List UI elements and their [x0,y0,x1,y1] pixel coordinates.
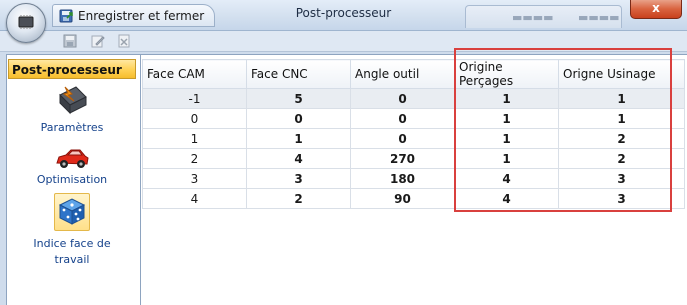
cell-face-cam[interactable]: -1 [142,88,247,109]
column-header-face-cam[interactable]: Face CAM [142,59,247,89]
nav-item-indice-label: Indice face de travail [33,237,111,266]
cell-face-cnc[interactable]: 1 [246,128,351,149]
cell-face-cam[interactable]: 2 [142,148,247,169]
cell-face-cam[interactable]: 4 [142,188,247,209]
save-and-close-button[interactable]: Enregistrer et fermer [52,4,216,27]
background-tab-text-right: ▬▬▬▬ [578,11,620,24]
nav-item-optimisation[interactable]: Optimisation [7,147,137,186]
cell-face-cnc[interactable]: 0 [246,108,351,129]
car-icon [56,149,89,168]
cell-face-cnc[interactable]: 5 [246,88,351,109]
background-window-tab[interactable]: ▬▬▬▬ ▬▬▬▬ [465,5,622,28]
close-button[interactable]: x [630,0,682,19]
selected-item-frame [54,193,90,231]
navigation-pane-header: Post-processeur [8,59,136,79]
cell-angle-outil[interactable]: 90 [350,188,455,209]
column-header-angle-outil[interactable]: Angle outil [350,59,455,89]
cell-angle-outil[interactable]: 270 [350,148,455,169]
edit-icon[interactable] [90,33,106,49]
cell-angle-outil[interactable]: 0 [350,108,455,129]
chip-settings-icon [59,86,87,115]
cell-face-cam[interactable]: 1 [142,128,247,149]
application-menu-button[interactable] [6,3,46,43]
highlight-annotation-box [454,48,672,212]
dice-icon [58,198,86,225]
save-icon[interactable] [62,33,78,49]
nav-item-parametres[interactable]: Paramètres [7,85,137,134]
cell-angle-outil[interactable]: 0 [350,88,455,109]
cell-face-cam[interactable]: 3 [142,168,247,189]
column-header-face-cnc[interactable]: Face CNC [246,59,351,89]
window-content: Post-processeur Paramètres Optimisation [6,48,687,305]
cell-face-cam[interactable]: 0 [142,108,247,129]
chip-icon [18,15,34,29]
cell-face-cnc[interactable]: 3 [246,168,351,189]
delete-icon[interactable] [116,33,132,49]
save-and-close-label: Enregistrer et fermer [78,8,205,23]
navigation-pane: Post-processeur Paramètres Optimisation [7,55,141,305]
close-icon: x [652,1,660,15]
nav-item-indice-face-de-travail[interactable]: Indice face de travail [7,193,137,268]
cell-face-cnc[interactable]: 4 [246,148,351,169]
title-bar: Post-processeur Enregistrer et fermer ▬▬… [0,0,687,31]
cell-angle-outil[interactable]: 0 [350,128,455,149]
nav-item-parametres-label: Paramètres [40,121,104,134]
nav-item-optimisation-label: Optimisation [36,173,108,186]
save-close-icon [59,9,73,22]
background-tab-text-left: ▬▬▬▬ [512,11,554,24]
cell-angle-outil[interactable]: 180 [350,168,455,189]
cell-face-cnc[interactable]: 2 [246,188,351,209]
